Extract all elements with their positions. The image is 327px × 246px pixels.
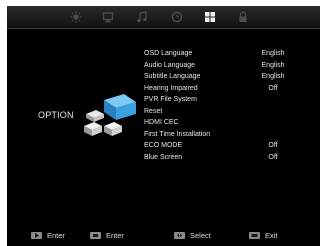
menu-item-hdmi-cec[interactable]: HDMI CEC [144,117,294,129]
menu-item-label: PVR File System [144,96,197,103]
menu-item-hearing-impaired[interactable]: Hearing Impaired Off [144,83,294,95]
hint-enter-ok: Enter [90,230,124,240]
option-menu-list: OSD Language English Audio Language Engl… [144,48,294,163]
menu-panel: OPTION OSD Language English Audio Langua… [7,6,320,224]
tab-sound[interactable] [136,11,148,23]
category-title: OPTION [38,110,74,120]
menu-item-osd-language[interactable]: OSD Language English [144,48,294,60]
tv-screen: OPTION OSD Language English Audio Langua… [0,0,327,246]
menu-item-blue-screen[interactable]: Blue Screen Off [144,152,294,164]
menu-item-label: HDMI CEC [144,119,179,126]
picture-icon [70,11,82,23]
tab-lock[interactable] [237,11,249,23]
hint-label: Enter [106,230,124,240]
option-cubes-icon [84,94,136,136]
menu-item-label: ECO MODE [144,142,183,149]
hint-select: Select [174,230,211,240]
menu-item-first-time-installation[interactable]: First Time Installation [144,129,294,141]
menu-item-pvr-file-system[interactable]: PVR File System [144,94,294,106]
menu-item-label: Audio Language [144,61,195,69]
menu-item-value: English [261,73,285,80]
tab-picture[interactable] [70,11,82,23]
music-note-icon [137,11,147,22]
key-hint-bar: Enter Enter Select Exit [7,224,320,246]
hint-label: Select [190,230,211,240]
menu-item-eco-mode[interactable]: ECO MODE Off [144,140,294,152]
menu-item-label: Subtitle Language [144,73,201,80]
hint-label: Enter [47,230,65,240]
menu-item-subtitle-language[interactable]: Subtitle Language English [144,71,294,83]
menu-item-reset[interactable]: Reset [144,106,294,118]
ok-key-icon [90,231,101,239]
menu-item-value: Off [268,142,278,149]
menu-item-label: Hearing Impaired [144,84,198,92]
hint-label: Exit [265,230,278,240]
up-down-key-icon [174,231,185,239]
menu-item-value: Off [268,153,278,161]
option-grid-icon [205,12,215,22]
menu-item-label: First Time Installation [144,130,211,138]
tab-time[interactable] [171,11,183,23]
menu-item-audio-language[interactable]: Audio Language English [144,60,294,72]
menu-item-value: English [261,50,285,57]
hint-exit: Exit [249,230,278,240]
right-arrow-key-icon [31,231,42,239]
clock-icon [171,11,183,23]
tab-option[interactable] [204,11,216,23]
screen-icon [102,12,114,23]
lock-icon [239,11,247,22]
tab-screen[interactable] [102,11,114,23]
menu-item-label: OSD Language [144,50,193,57]
menu-item-value: English [261,61,285,69]
menu-item-value: Off [268,84,278,92]
menu-tab-bar [7,6,320,29]
exit-key-icon [249,231,260,239]
menu-item-label: Reset [144,107,163,115]
menu-item-label: Blue Screen [144,153,183,161]
hint-enter-right: Enter [31,230,65,240]
